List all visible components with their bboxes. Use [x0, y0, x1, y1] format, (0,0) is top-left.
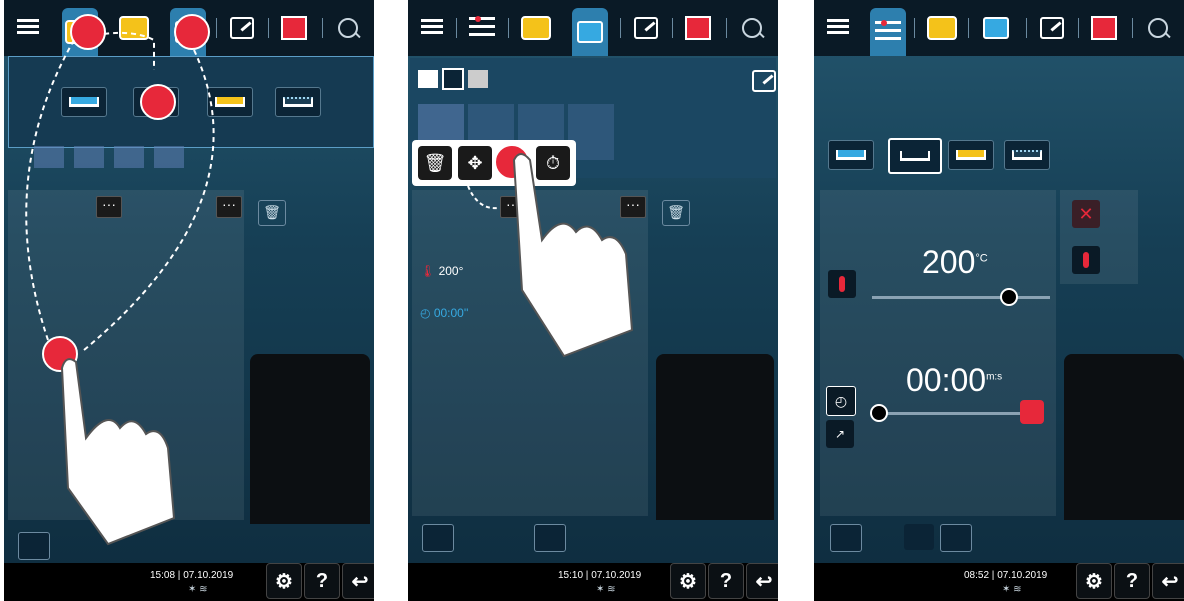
manual-mode-button[interactable]: ↗ — [826, 420, 854, 448]
hand-pointer — [512, 153, 634, 358]
close-button[interactable]: ✕ — [1072, 200, 1100, 228]
clock-date: 07.10.2019 — [997, 570, 1048, 581]
search-button[interactable] — [1140, 10, 1176, 46]
mode-button-boil[interactable] — [828, 140, 874, 170]
screen-3: ✕ 200°C ◴ ↗ 00:00m:s 08:52 | 07.10.2019 … — [814, 0, 1184, 601]
temperature-slider[interactable] — [872, 296, 1050, 299]
lane-action-button[interactable] — [422, 524, 454, 552]
status-bar: 08:52 | 07.10.2019 ✶ ≋ ⚙ ? ↩ — [814, 563, 1184, 601]
temperature-icon-button[interactable] — [828, 270, 856, 298]
back-button[interactable]: ↩ — [1152, 563, 1184, 599]
clock-date: 07.10.2019 — [183, 570, 234, 581]
moisture-button[interactable] — [500, 524, 530, 550]
temperature-display: 200°C — [922, 244, 988, 281]
wifi-icon: ✶ ≋ — [596, 584, 616, 595]
thermometer-icon — [839, 276, 845, 292]
updown-icon — [1091, 16, 1117, 40]
hand-pointer — [60, 358, 176, 546]
time-display: 00:00m:s — [906, 362, 1002, 399]
clock-time: 08:52 — [964, 570, 990, 581]
help-button[interactable]: ? — [1114, 563, 1150, 599]
wifi-icon: ✶ ≋ — [188, 584, 208, 595]
core-temp-button[interactable] — [1072, 246, 1100, 274]
timer-icon: ◴ — [834, 392, 848, 409]
grid-view-icon — [983, 17, 1009, 39]
timer-end-button[interactable] — [1020, 400, 1044, 424]
updown-button[interactable] — [1086, 10, 1122, 46]
status-bar: 15:10 | 07.10.2019 ✶ ≋ ⚙ ? ↩ — [408, 563, 778, 601]
help-button[interactable]: ? — [708, 563, 744, 599]
sliders-icon — [875, 20, 901, 43]
mode-button-deep-fry[interactable] — [948, 140, 994, 170]
top-toolbar — [814, 0, 1184, 56]
clock-date: 07.10.2019 — [591, 570, 642, 581]
core-temperature-icon — [1083, 252, 1089, 268]
mode-button-fry[interactable] — [888, 138, 942, 174]
back-button[interactable]: ↩ — [746, 563, 778, 599]
fry-button[interactable] — [534, 524, 566, 552]
time-value: 00:00 — [906, 362, 987, 398]
time-slider-knob[interactable] — [870, 404, 888, 422]
tab-pot[interactable] — [924, 10, 960, 46]
time-unit: m:s — [986, 371, 1003, 383]
status-bar: 15:08 | 07.10.2019 ✶ ≋ ⚙ ? ↩ — [4, 563, 374, 601]
clock-time: 15:10 — [558, 570, 584, 581]
tray-blue-icon — [836, 150, 866, 160]
settings-button[interactable]: ⚙ — [266, 563, 302, 599]
parameters-panel — [820, 190, 1056, 516]
temperature-unit: °C — [975, 252, 988, 265]
back-button[interactable]: ↩ — [342, 563, 374, 599]
temperature-slider-knob[interactable] — [1000, 288, 1018, 306]
fill-water-button[interactable] — [940, 524, 972, 552]
clock-time: 15:08 — [150, 570, 176, 581]
wifi-icon: ✶ ≋ — [1002, 584, 1022, 595]
moisture-button[interactable] — [904, 524, 934, 550]
timer-mode-button[interactable]: ◴ — [826, 386, 856, 416]
tray-icon — [900, 151, 930, 161]
settings-button[interactable]: ⚙ — [670, 563, 706, 599]
hammer-icon: ↗ — [834, 427, 846, 441]
tray-dots-icon — [1012, 150, 1042, 160]
mode-button-pressure[interactable] — [1004, 140, 1050, 170]
menu-icon — [827, 19, 849, 37]
search-icon — [1148, 18, 1168, 38]
pot-icon — [927, 16, 957, 40]
screen-2: 🗑 ✥ ⏱ ··· ··· 🗑 🌡 200° ◴ 00:00'' 15:10 |… — [408, 0, 778, 601]
time-slider[interactable] — [874, 412, 1026, 415]
lane-action-button[interactable] — [830, 524, 862, 552]
tab-view[interactable] — [978, 10, 1014, 46]
settings-button[interactable]: ⚙ — [1076, 563, 1112, 599]
tray-yellow-icon — [956, 150, 986, 160]
screen-1: ··· ··· 🗑 15:08 | 07.10.2019 ✶ ≋ ⚙ ? ↩ — [4, 0, 374, 601]
menu-button[interactable] — [820, 10, 856, 46]
tab-settings[interactable] — [870, 8, 906, 56]
temperature-value: 200 — [922, 244, 976, 280]
edit-button[interactable] — [1034, 10, 1070, 46]
edit-icon — [1040, 17, 1064, 39]
help-button[interactable]: ? — [304, 563, 340, 599]
